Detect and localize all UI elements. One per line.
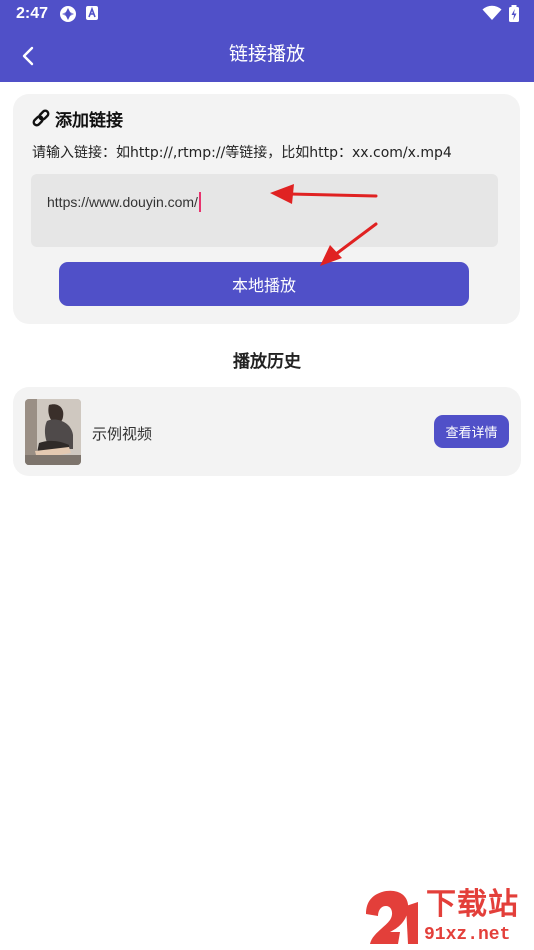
url-input[interactable]: https://www.douyin.com/ [31,174,498,247]
url-input-value: https://www.douyin.com/ [47,194,198,210]
text-caret [198,192,201,212]
history-list-item[interactable]: 示例视频 查看详情 [13,387,521,476]
status-time: 2:47 [16,5,49,22]
page-title: 链接播放 [228,43,305,65]
url-hint: 请输入链接：如http://,rtmp://等链接，比如http：xx.com/… [32,145,452,161]
view-details-button[interactable]: 查看详情 [434,415,509,448]
watermark-url-text: 91xz.net [424,925,511,945]
add-link-title: 添加链接 [55,110,123,131]
local-play-button[interactable]: 本地播放 [59,262,469,306]
history-title: 播放历史 [233,352,301,372]
app-header: 2:47 链接播放 [0,0,534,82]
add-link-card: 添加链接 请输入链接：如http://,rtmp://等链接，比如http：xx… [13,94,520,324]
url-input-value-wrap: https://www.douyin.com/ [47,192,201,212]
status-bar: 2:47 [0,0,534,28]
title-bar: 链接播放 [0,28,534,82]
watermark-main-text: 下载站 [426,887,519,922]
battery-icon [508,5,520,27]
link-icon [32,109,50,127]
watermark-logo-icon [366,890,418,944]
history-item-title: 示例视频 [92,425,153,443]
video-thumbnail [25,399,81,465]
add-link-heading: 添加链接 [31,106,123,131]
status-a-icon [85,5,99,25]
status-app-icon [59,5,77,27]
wifi-icon [482,5,502,25]
site-watermark: 下载站 91xz.net [362,888,530,946]
